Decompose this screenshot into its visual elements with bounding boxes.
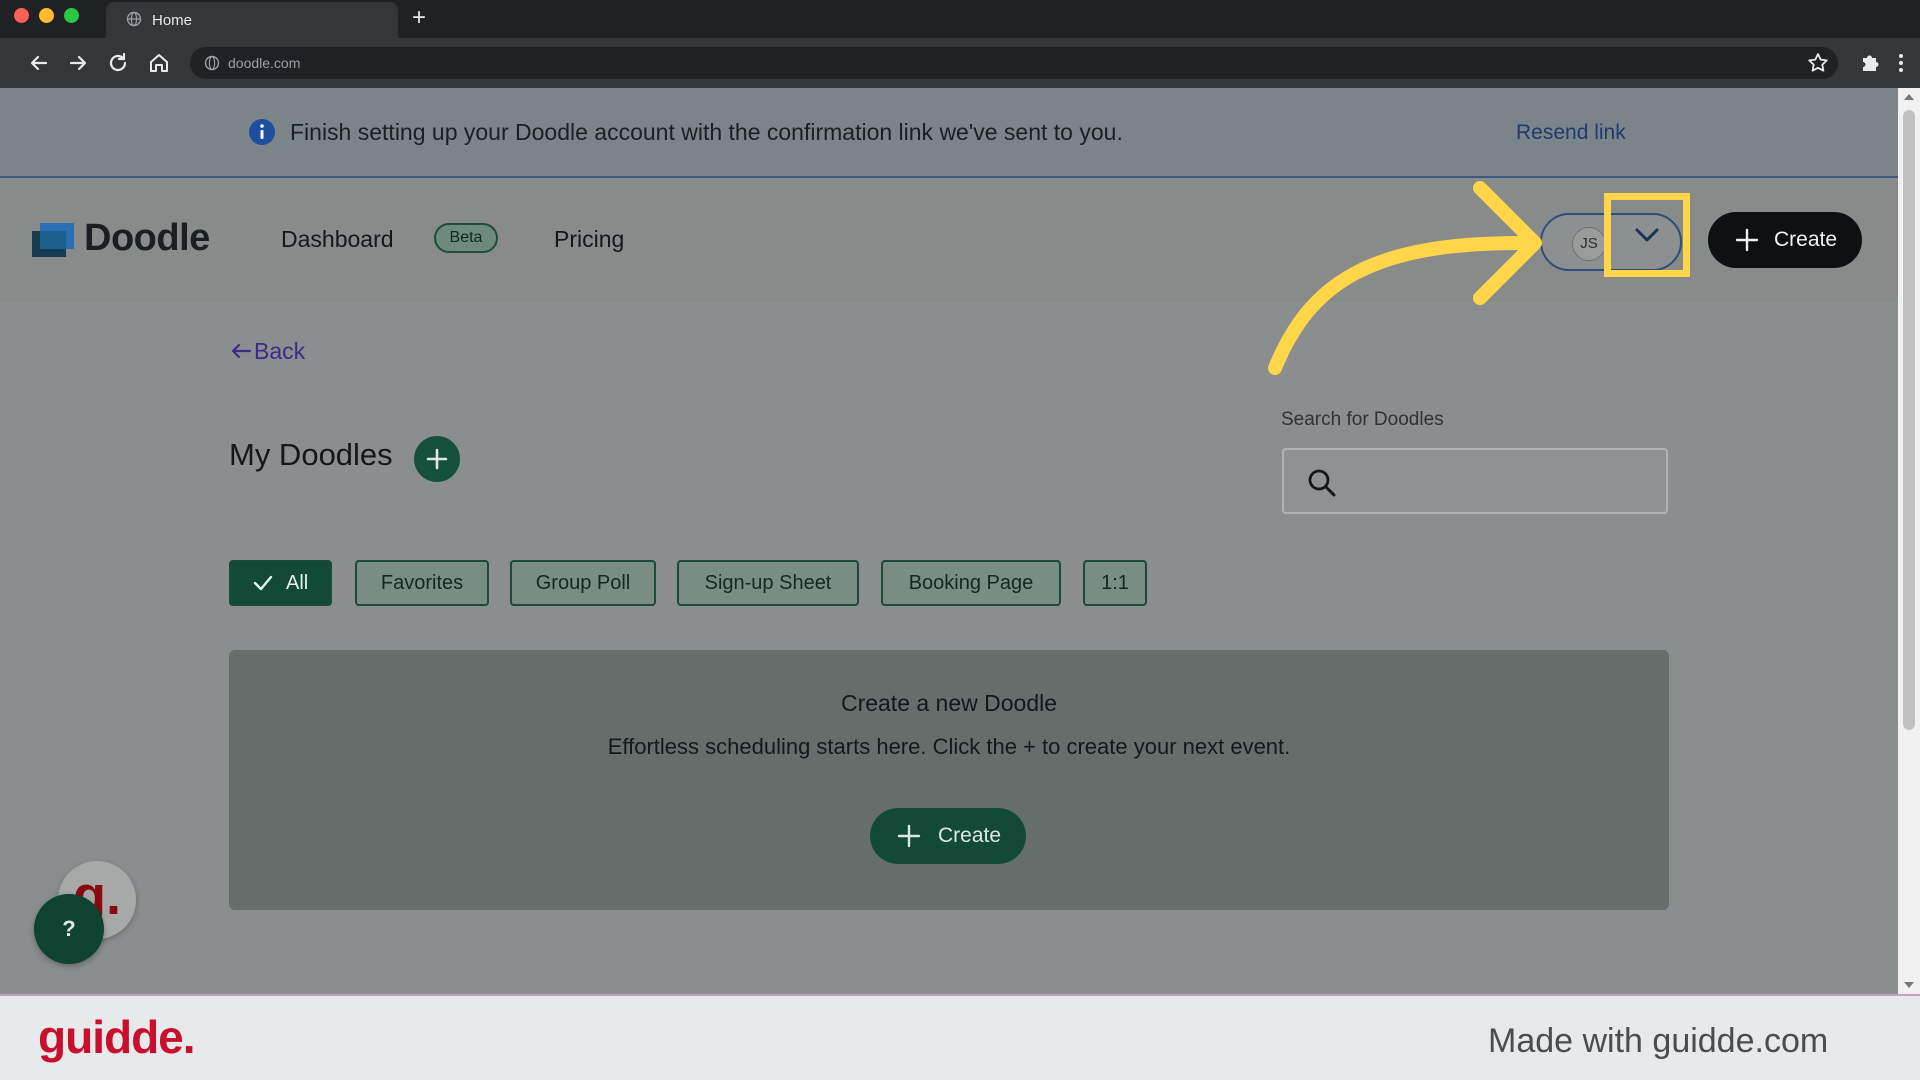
nav-pricing[interactable]: Pricing [554, 226, 624, 253]
address-url: doodle.com [228, 55, 301, 71]
help-button[interactable]: ? [34, 894, 104, 964]
empty-state-title: Create a new Doodle [840, 690, 1058, 716]
nav-dashboard[interactable]: Dashboard [281, 226, 394, 253]
info-icon [249, 119, 275, 145]
window-maximize-button[interactable] [64, 8, 79, 23]
page-title: My Doodles [229, 437, 393, 472]
browser-toolbar: doodle.com [0, 38, 1920, 88]
search-input[interactable] [1282, 448, 1668, 514]
filter-chip-one-on-one[interactable]: 1:1 [1083, 560, 1147, 606]
header-create-label: Create [1774, 228, 1838, 251]
page-viewport: Finish setting up your Doodle account wi… [0, 88, 1898, 994]
browser-tab-bar: Home + [0, 0, 1920, 38]
check-icon [253, 575, 273, 591]
confirmation-banner: Finish setting up your Doodle account wi… [0, 88, 1898, 178]
beta-badge: Beta [434, 223, 498, 253]
window-close-button[interactable] [14, 8, 29, 23]
back-arrow-icon[interactable] [26, 50, 52, 76]
filter-chip-group-poll[interactable]: Group Poll [510, 560, 656, 606]
footer-credit: Made with guidde.com [1488, 1022, 1829, 1060]
filter-chip-sign-up-sheet[interactable]: Sign-up Sheet [677, 560, 859, 606]
banner-message: Finish setting up your Doodle account wi… [290, 119, 1123, 145]
new-tab-button[interactable]: + [408, 4, 430, 32]
scroll-thumb[interactable] [1903, 110, 1915, 730]
plus-icon [426, 448, 448, 470]
plus-icon [897, 824, 921, 848]
chevron-down-icon[interactable] [1634, 223, 1660, 247]
scroll-up-arrow-icon[interactable] [1904, 94, 1914, 100]
guidde-logo: guidde. [38, 1011, 196, 1063]
empty-state-subtitle: Effortless scheduling starts here. Click… [607, 734, 1291, 759]
doodle-logo-icon [32, 223, 74, 257]
annotation-arrow-icon [1268, 181, 1542, 375]
header-create-button[interactable]: Create [1708, 212, 1862, 268]
search-label: Search for Doodles [1281, 409, 1444, 430]
bookmark-star-icon[interactable] [1805, 50, 1831, 76]
filter-chip-label: All [286, 572, 309, 594]
plus-icon [1735, 228, 1759, 252]
highlight-box [1604, 193, 1690, 277]
site-info-icon[interactable] [204, 55, 220, 71]
window-minimize-button[interactable] [39, 8, 54, 23]
globe-icon [126, 11, 142, 27]
add-doodle-button[interactable] [414, 436, 460, 482]
browser-tab[interactable]: Home [106, 2, 398, 38]
scroll-down-arrow-icon[interactable] [1904, 982, 1914, 988]
extensions-puzzle-icon[interactable] [1857, 50, 1883, 76]
back-label: Back [254, 338, 306, 364]
filter-chip-booking-page[interactable]: Booking Page [881, 560, 1061, 606]
empty-state-create-label: Create [938, 824, 1002, 847]
browser-menu-icon[interactable] [1893, 50, 1909, 76]
search-icon [1308, 469, 1336, 497]
doodle-logo-text[interactable]: Doodle [84, 217, 210, 260]
filter-chip-all[interactable]: All [229, 560, 332, 606]
home-icon[interactable] [146, 50, 172, 76]
empty-state-card: Create a new Doodle Effortless schedulin… [229, 650, 1669, 910]
user-avatar: JS [1572, 227, 1606, 261]
empty-state-create-button[interactable]: Create [870, 808, 1026, 864]
reload-icon[interactable] [105, 50, 131, 76]
filter-chip-favorites[interactable]: Favorites [355, 560, 489, 606]
resend-link[interactable]: Resend link [1516, 121, 1626, 145]
guidde-footer: guidde. Made with guidde.com [0, 994, 1920, 1080]
tab-title: Home [152, 12, 193, 29]
page-scrollbar[interactable] [1898, 88, 1920, 994]
forward-arrow-icon[interactable] [65, 50, 91, 76]
arrow-left-icon [231, 343, 252, 359]
address-bar[interactable]: doodle.com [190, 47, 1838, 79]
